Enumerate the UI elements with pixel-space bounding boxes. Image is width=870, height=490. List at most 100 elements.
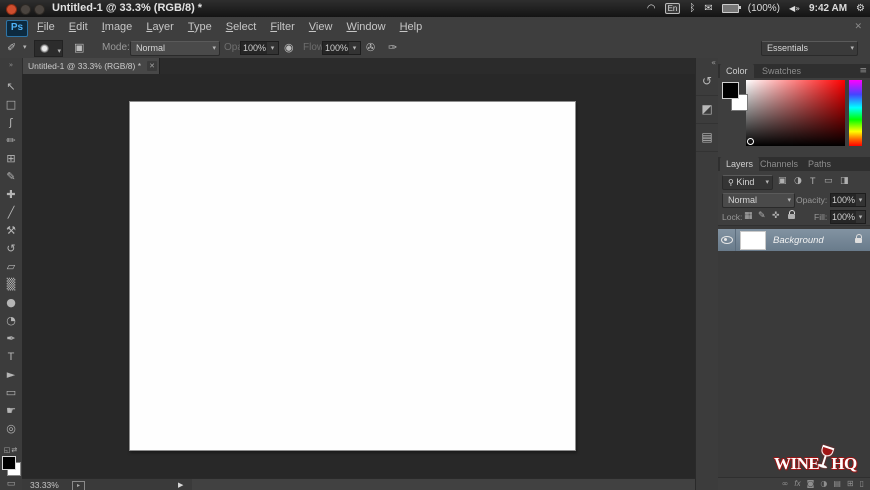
opacity-caret[interactable]: ▾ bbox=[267, 41, 279, 55]
bluetooth-icon[interactable]: ᛒ bbox=[689, 3, 695, 14]
menu-help[interactable]: Help bbox=[393, 17, 430, 38]
filter-pixel-layers-icon[interactable]: ▣ bbox=[778, 175, 787, 188]
filter-type-layers-icon[interactable]: T bbox=[810, 175, 816, 188]
tool-hand[interactable]: ☛ bbox=[0, 402, 22, 420]
tab-channels[interactable]: Channels bbox=[754, 157, 804, 171]
lock-all-icon[interactable] bbox=[788, 214, 795, 219]
filter-adjustment-layers-icon[interactable]: ◑ bbox=[794, 175, 802, 188]
document-tab-close-icon[interactable]: ✕ bbox=[147, 61, 157, 71]
tool-blur[interactable]: ● bbox=[0, 294, 22, 312]
swap-colors-icon[interactable]: ◱⇄ bbox=[0, 446, 22, 454]
clock[interactable]: 9:42 AM bbox=[809, 3, 847, 14]
status-popup-icon[interactable]: ▶ bbox=[178, 479, 183, 490]
window-close-button[interactable] bbox=[6, 4, 17, 15]
tool-clone-stamp[interactable]: ⚒ bbox=[0, 222, 22, 240]
tab-color[interactable]: Color bbox=[720, 64, 754, 78]
document-window-close-icon[interactable]: ✕ bbox=[854, 17, 862, 38]
toggle-brush-panel-icon[interactable]: ▣ bbox=[74, 38, 84, 58]
battery-icon[interactable] bbox=[722, 4, 739, 13]
brush-tool-icon[interactable]: ✐ bbox=[7, 38, 16, 58]
pressure-opacity-icon[interactable]: ◉ bbox=[284, 38, 294, 58]
window-maximize-button[interactable] bbox=[34, 4, 45, 15]
document-canvas[interactable] bbox=[129, 101, 576, 451]
tool-marquee[interactable]: □ bbox=[0, 96, 22, 114]
properties-panel-icon[interactable]: ◩ bbox=[696, 96, 718, 124]
menu-window[interactable]: Window bbox=[339, 17, 392, 38]
color-panel-foreground-swatch[interactable] bbox=[722, 82, 739, 99]
layer-thumbnail[interactable] bbox=[740, 231, 766, 250]
tool-lasso[interactable]: ʃ bbox=[0, 114, 22, 132]
tool-zoom[interactable]: ◎ bbox=[0, 420, 22, 438]
fill-label: Fill: bbox=[814, 212, 827, 222]
mail-icon[interactable]: ✉ bbox=[704, 3, 712, 14]
zoom-level-field[interactable]: 33.33% bbox=[30, 479, 59, 490]
layers-opacity-label: Opacity: bbox=[796, 195, 827, 205]
tool-history-brush[interactable]: ↺ bbox=[0, 240, 22, 258]
tool-move[interactable]: ↖ bbox=[0, 78, 22, 96]
flow-input[interactable]: 100% bbox=[322, 41, 352, 55]
menu-layer[interactable]: Layer bbox=[139, 17, 181, 38]
tool-healing-brush[interactable]: ✚ bbox=[0, 186, 22, 204]
double-arrow-icon: » bbox=[9, 61, 13, 69]
tool-preset-caret-icon[interactable]: ▾ bbox=[23, 38, 27, 58]
layers-opacity-input[interactable]: 100% bbox=[830, 193, 859, 207]
tool-quick-selection[interactable]: ✏ bbox=[0, 132, 22, 150]
menu-image[interactable]: Image bbox=[95, 17, 140, 38]
tool-shape[interactable]: ▭ bbox=[0, 384, 22, 402]
lock-pixels-icon[interactable]: ✎ bbox=[758, 210, 766, 223]
menu-select[interactable]: Select bbox=[219, 17, 264, 38]
tool-crop[interactable]: ⊞ bbox=[0, 150, 22, 168]
tool-type[interactable]: T bbox=[0, 348, 22, 366]
layer-visibility-cell[interactable] bbox=[718, 229, 736, 251]
flow-caret[interactable]: ▾ bbox=[349, 41, 361, 55]
layer-filter-kind-select[interactable]: ⚲ Kind ▾ bbox=[722, 175, 773, 190]
wifi-icon[interactable]: ◠ bbox=[647, 3, 656, 14]
quick-mask-button[interactable]: ▭ bbox=[0, 479, 22, 489]
tool-pen[interactable]: ✒ bbox=[0, 330, 22, 348]
workspace-select[interactable]: Essentials ▾ bbox=[761, 41, 858, 56]
document-tab[interactable]: Untitled-1 @ 33.3% (RGB/8) * ✕ bbox=[23, 58, 160, 74]
hue-slider[interactable] bbox=[849, 80, 862, 146]
horizontal-scrollbar[interactable] bbox=[192, 479, 695, 490]
blend-mode-select[interactable]: Normal ▾ bbox=[130, 41, 220, 56]
filter-shape-layers-icon[interactable]: ▭ bbox=[824, 175, 833, 188]
session-menu-icon[interactable]: ⚙ bbox=[856, 3, 865, 14]
fill-caret[interactable]: ▾ bbox=[856, 210, 866, 224]
opacity-input[interactable]: 100% bbox=[240, 41, 270, 55]
window-minimize-button[interactable] bbox=[20, 4, 31, 15]
filter-smart-objects-icon[interactable]: ◨ bbox=[840, 175, 849, 188]
brush-preset-picker[interactable]: ▾ bbox=[34, 40, 63, 57]
tab-paths[interactable]: Paths bbox=[802, 157, 837, 171]
layers-blend-mode-select[interactable]: Normal ▾ bbox=[722, 193, 795, 208]
tool-eyedropper[interactable]: ✎ bbox=[0, 168, 22, 186]
color-panel-menu-icon[interactable]: ≡ bbox=[859, 64, 867, 78]
layers-opacity-caret[interactable]: ▾ bbox=[856, 193, 866, 207]
lock-position-icon[interactable]: ✜ bbox=[772, 210, 780, 223]
foreground-color-swatch[interactable] bbox=[2, 456, 16, 470]
volume-icon[interactable]: ◀» bbox=[789, 4, 800, 13]
menu-file[interactable]: File bbox=[30, 17, 62, 38]
tool-path-selection[interactable]: ► bbox=[0, 366, 22, 384]
tab-swatches[interactable]: Swatches bbox=[756, 64, 807, 78]
layer-row-background[interactable]: Background bbox=[718, 229, 870, 251]
menu-type[interactable]: Type bbox=[181, 17, 219, 38]
tool-gradient[interactable]: ▒ bbox=[0, 276, 22, 294]
pressure-size-icon[interactable]: ✑ bbox=[388, 38, 397, 58]
menu-filter[interactable]: Filter bbox=[263, 17, 301, 38]
expand-panels-icon[interactable]: « bbox=[711, 58, 716, 67]
lock-transparency-icon[interactable]: ▦ bbox=[744, 210, 753, 223]
menu-view[interactable]: View bbox=[302, 17, 340, 38]
history-panel-icon[interactable]: ↺ bbox=[696, 68, 718, 96]
fill-input[interactable]: 100% bbox=[830, 210, 859, 224]
layer-comps-panel-icon[interactable]: ▤ bbox=[696, 124, 718, 152]
workspace-value: Essentials bbox=[767, 43, 808, 53]
tool-dodge[interactable]: ◔ bbox=[0, 312, 22, 330]
menu-edit[interactable]: Edit bbox=[62, 17, 95, 38]
saturation-brightness-field[interactable] bbox=[746, 80, 845, 146]
tool-brush[interactable]: ╱ bbox=[0, 204, 22, 222]
menu-bar: Ps File Edit Image Layer Type Select Fil… bbox=[0, 17, 870, 39]
keyboard-layout-indicator[interactable]: En bbox=[665, 3, 681, 14]
airbrush-icon[interactable]: ✇ bbox=[366, 38, 375, 58]
toolbox-collapse-button[interactable]: » bbox=[0, 58, 23, 74]
tool-eraser[interactable]: ▱ bbox=[0, 258, 22, 276]
